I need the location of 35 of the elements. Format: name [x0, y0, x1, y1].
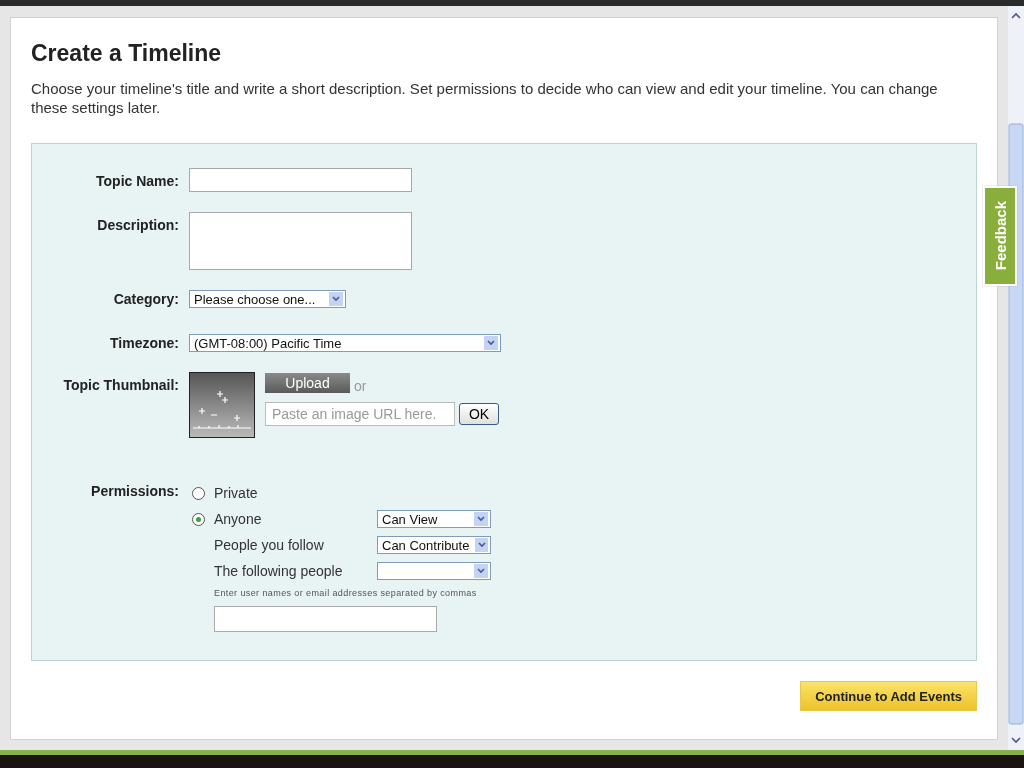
field-label: Category:	[112, 291, 179, 307]
dialog-title: Create a Timeline	[31, 40, 223, 67]
thumbnail-placeholder-drawing	[189, 372, 255, 438]
permission-label: Anyone	[214, 511, 263, 527]
caret-icon	[475, 538, 488, 552]
caret-icon	[474, 564, 488, 578]
people-field[interactable]	[214, 606, 437, 632]
timezone-dropdown[interactable]: (GMT-08:00) Pacific Time	[189, 334, 501, 352]
radio-button[interactable]	[192, 486, 205, 500]
field-label: Topic Thumbnail:	[62, 376, 179, 393]
caret-icon	[329, 292, 343, 306]
access-dropdown[interactable]	[377, 562, 491, 580]
field-label: Permissions:	[90, 482, 179, 499]
image-url-field[interactable]: Paste an image URL here.	[265, 402, 455, 426]
field-label: Topic Name:	[95, 172, 179, 189]
permission-label: The following people	[214, 563, 344, 579]
ok-button[interactable]: OK	[459, 403, 499, 425]
permission-label: Private	[214, 485, 259, 501]
field-label: Description:	[96, 216, 179, 233]
category-dropdown[interactable]: Please choose one...	[189, 290, 346, 308]
access-dropdown[interactable]: Can Contribute	[377, 536, 491, 554]
permission-label: People you follow	[214, 537, 325, 553]
field-label: Timezone:	[109, 335, 179, 351]
radio-button[interactable]	[192, 512, 205, 526]
access-dropdown[interactable]: Can View	[377, 510, 491, 528]
or-text: or	[354, 377, 367, 394]
upload-button[interactable]: Upload	[265, 373, 350, 393]
description-field[interactable]	[189, 212, 412, 270]
hint-text: Enter user names or email addresses separated by commas	[214, 588, 478, 598]
caret-icon	[474, 512, 488, 526]
scrollbar[interactable]	[1008, 6, 1024, 750]
topic-name-field[interactable]	[189, 168, 412, 192]
continue-button[interactable]: Continue to Add Events	[800, 681, 977, 711]
dialog-description: Choose your timeline's title and write a short description. Set permissions to decide who can view and edit your timeline. You can change these settings later.	[31, 79, 939, 117]
caret-icon	[484, 336, 498, 350]
